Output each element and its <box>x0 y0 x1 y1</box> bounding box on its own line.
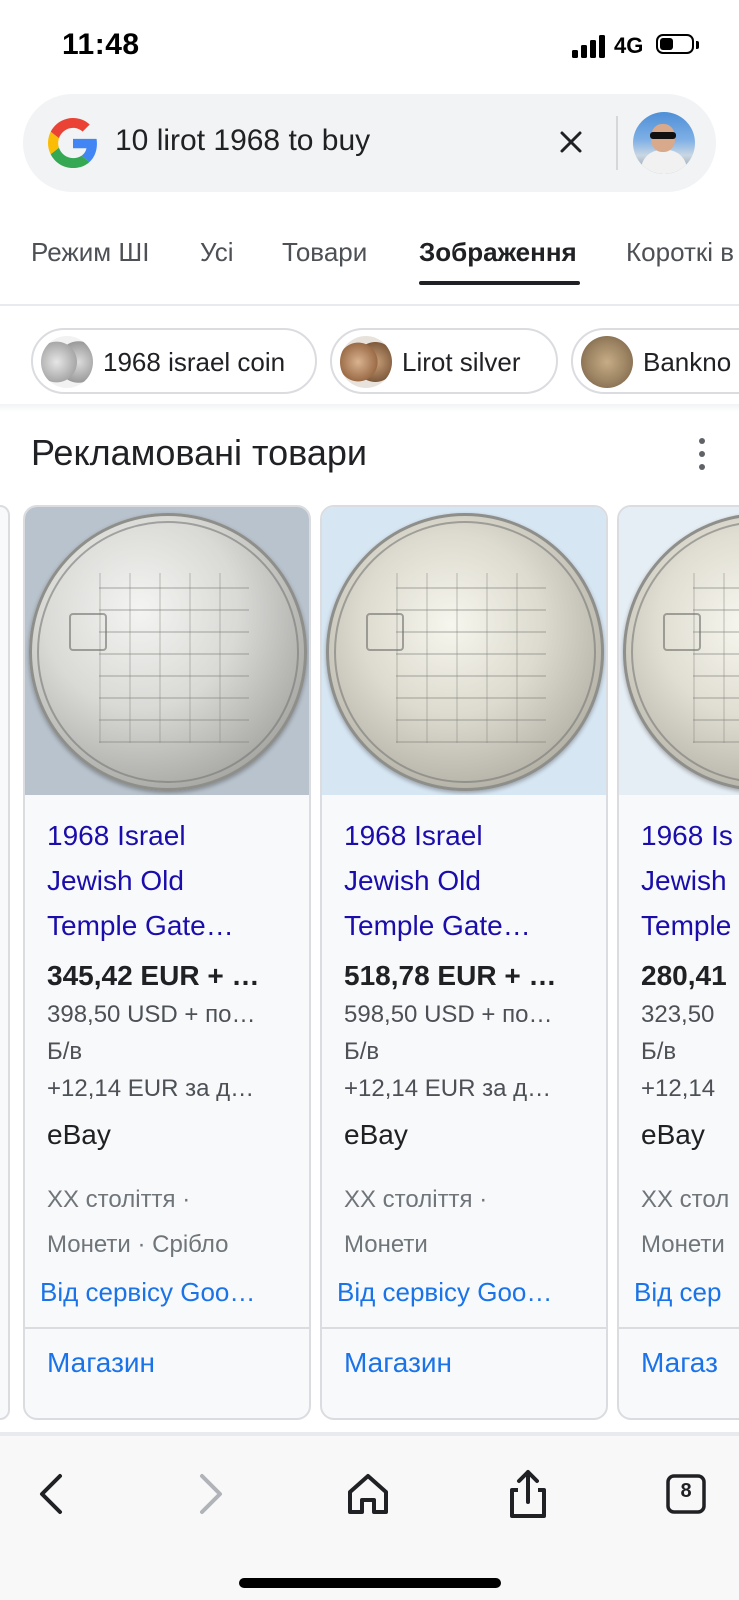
product-source-link[interactable]: Від сервісу Goo… <box>337 1277 599 1308</box>
chip-lirot-silver[interactable]: Lirot silver <box>330 328 558 394</box>
tab-ai-mode[interactable]: Режим ШІ <box>31 237 149 268</box>
share-icon[interactable] <box>500 1466 556 1522</box>
browser-toolbar: 8 <box>0 1436 739 1600</box>
search-bar[interactable]: 10 lirot 1968 to buy <box>23 94 716 192</box>
home-icon[interactable] <box>340 1466 396 1522</box>
product-source-link[interactable]: Від сер <box>634 1277 739 1308</box>
product-image[interactable] <box>25 507 309 795</box>
coin-image <box>29 513 307 791</box>
tab-images[interactable]: Зображення <box>419 237 577 268</box>
product-alt-price: 398,50 USD + по… <box>47 1001 256 1028</box>
product-shipping: +12,14 <box>641 1075 716 1102</box>
product-categories: XX стол Монети <box>641 1186 730 1258</box>
search-divider <box>616 116 618 170</box>
product-shipping: +12,14 EUR за д… <box>47 1075 255 1102</box>
tab-short-videos[interactable]: Короткі в <box>626 237 734 268</box>
product-seller: eBay <box>47 1119 111 1150</box>
store-link[interactable]: Магазин <box>47 1347 155 1379</box>
cellular-signal-icon <box>572 34 608 58</box>
chip-label: Lirot silver <box>402 347 521 377</box>
sponsored-products-carousel[interactable]: 1968 Israel Jewish Old Temple Gate… 345,… <box>0 505 739 1420</box>
search-input[interactable]: 10 lirot 1968 to buy <box>115 124 370 158</box>
search-tabs: Режим ШІ Усі Товари Зображення Короткі в <box>0 225 739 305</box>
clear-icon[interactable] <box>553 124 589 160</box>
status-time: 11:48 <box>62 28 140 61</box>
product-price: 345,42 EUR + … <box>47 960 260 991</box>
back-icon[interactable] <box>26 1466 82 1522</box>
product-categories: XX століття · Монети · Срібло <box>47 1186 229 1258</box>
home-indicator <box>239 1578 501 1588</box>
tabs-divider <box>0 304 739 306</box>
product-seller: eBay <box>344 1119 408 1150</box>
product-card[interactable]: 1968 Is Jewish Temple 280,41 323,50 Б/в … <box>617 505 739 1420</box>
product-seller: eBay <box>641 1119 705 1150</box>
more-options-icon[interactable] <box>690 438 714 474</box>
product-title[interactable]: 1968 Israel Jewish Old Temple Gate… <box>344 813 594 948</box>
forward-icon[interactable] <box>180 1466 236 1522</box>
product-condition: Б/в <box>641 1038 677 1065</box>
product-categories: XX століття · Монети <box>344 1186 488 1258</box>
product-condition: Б/в <box>47 1038 83 1065</box>
section-title: Рекламовані товари <box>31 432 368 473</box>
product-card[interactable]: 1968 Israel Jewish Old Temple Gate… 345,… <box>23 505 311 1420</box>
product-image[interactable] <box>619 507 739 795</box>
product-price: 280,41 <box>641 960 727 991</box>
product-price: 518,78 EUR + … <box>344 960 557 991</box>
tabs-button[interactable]: 8 <box>658 1466 714 1522</box>
chip-thumbnail <box>340 336 392 388</box>
coin-image <box>623 513 739 791</box>
previous-card-edge[interactable] <box>0 505 10 1420</box>
active-tab-indicator <box>419 281 580 285</box>
avatar[interactable] <box>633 112 695 174</box>
refinement-chips: 1968 israel coin Lirot silver Bankno <box>0 328 739 398</box>
tab-count: 8 <box>680 1480 692 1502</box>
product-alt-price: 323,50 <box>641 1001 715 1028</box>
product-source-link[interactable]: Від сервісу Goo… <box>40 1277 302 1308</box>
chip-label: 1968 israel coin <box>103 347 286 377</box>
product-card[interactable]: 1968 Israel Jewish Old Temple Gate… 518,… <box>320 505 608 1420</box>
tab-products[interactable]: Товари <box>282 237 367 268</box>
google-logo-icon <box>48 118 97 168</box>
product-alt-price: 598,50 USD + по… <box>344 1001 553 1028</box>
store-link[interactable]: Магаз <box>641 1347 718 1379</box>
product-title[interactable]: 1968 Is Jewish Temple <box>641 813 739 948</box>
network-type: 4G <box>614 33 644 58</box>
product-image[interactable] <box>322 507 606 795</box>
chip-thumbnail <box>41 336 93 388</box>
tab-all[interactable]: Усі <box>200 237 234 268</box>
card-divider <box>25 1327 309 1329</box>
battery-icon <box>656 34 700 56</box>
card-divider <box>322 1327 606 1329</box>
chip-thumbnail <box>581 336 633 388</box>
card-divider <box>619 1327 739 1329</box>
product-shipping: +12,14 EUR за д… <box>344 1075 552 1102</box>
product-title[interactable]: 1968 Israel Jewish Old Temple Gate… <box>47 813 297 948</box>
store-link[interactable]: Магазин <box>344 1347 452 1379</box>
chips-shadow <box>0 404 739 412</box>
chip-1968-israel-coin[interactable]: 1968 israel coin <box>31 328 317 394</box>
status-bar: 11:48 4G <box>0 0 739 90</box>
chip-label: Bankno <box>643 347 732 377</box>
coin-image <box>326 513 604 791</box>
product-condition: Б/в <box>344 1038 380 1065</box>
chip-banknotes[interactable]: Bankno <box>571 328 739 394</box>
